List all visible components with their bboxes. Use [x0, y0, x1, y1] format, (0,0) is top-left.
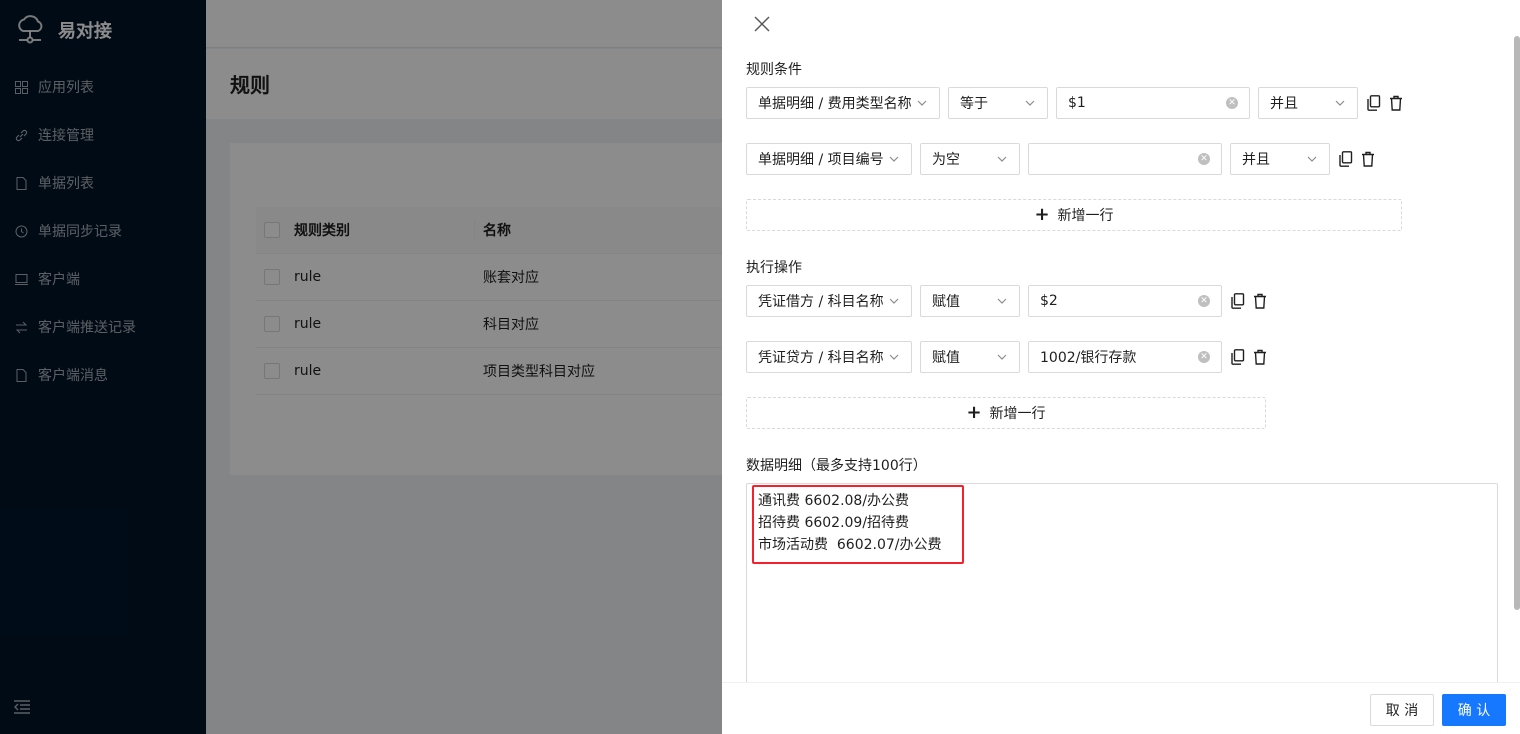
condition-operator-select[interactable]: 等于 — [948, 87, 1048, 119]
condition-field-select[interactable]: 单据明细 / 项目编号 — [746, 143, 912, 175]
clear-icon[interactable]: ✕ — [1198, 153, 1210, 165]
action-field-select[interactable]: 凭证贷方 / 科目名称 — [746, 341, 912, 373]
copy-icon[interactable] — [1367, 95, 1381, 111]
cancel-button[interactable]: 取 消 — [1370, 694, 1434, 726]
chevron-down-icon — [1307, 156, 1317, 162]
actions-title: 执行操作 — [746, 260, 802, 276]
scrollbar-thumb[interactable] — [1514, 36, 1520, 610]
drawer-footer: 取 消 确 认 — [722, 682, 1520, 734]
add-condition-row-button[interactable]: + 新增一行 — [746, 199, 1402, 231]
action-value-input[interactable]: $2 ✕ — [1028, 285, 1222, 317]
delete-icon[interactable] — [1361, 151, 1375, 167]
condition-value-input[interactable]: $1 ✕ — [1056, 87, 1250, 119]
chevron-down-icon — [997, 354, 1007, 360]
condition-logic-select[interactable]: 并且 — [1258, 87, 1358, 119]
action-operator-select[interactable]: 赋值 — [920, 341, 1020, 373]
chevron-down-icon — [1025, 100, 1035, 106]
condition-value-input[interactable]: ✕ — [1028, 143, 1222, 175]
plus-icon: + — [1034, 204, 1050, 225]
condition-field-select[interactable]: 单据明细 / 费用类型名称 — [746, 87, 940, 119]
chevron-down-icon — [997, 156, 1007, 162]
details-textarea[interactable]: 通讯费 6602.08/办公费 招待费 6602.09/招待费 市场活动费 66… — [746, 483, 1498, 693]
clear-icon[interactable]: ✕ — [1198, 295, 1210, 307]
delete-icon[interactable] — [1253, 293, 1267, 309]
confirm-button[interactable]: 确 认 — [1442, 694, 1506, 726]
action-operator-select[interactable]: 赋值 — [920, 285, 1020, 317]
clear-icon[interactable]: ✕ — [1198, 351, 1210, 363]
conditions-title: 规则条件 — [746, 62, 802, 78]
chevron-down-icon — [917, 100, 927, 106]
highlight-box — [752, 485, 964, 564]
chevron-down-icon — [889, 354, 899, 360]
add-action-row-button[interactable]: + 新增一行 — [746, 397, 1266, 429]
copy-icon[interactable] — [1339, 151, 1353, 167]
chevron-down-icon — [997, 298, 1007, 304]
action-value-input[interactable]: 1002/银行存款 ✕ — [1028, 341, 1222, 373]
scrollbar[interactable] — [1512, 36, 1520, 610]
chevron-down-icon — [1335, 100, 1345, 106]
close-icon[interactable] — [752, 14, 772, 34]
rule-edit-drawer: 规则条件 单据明细 / 费用类型名称 等于 $1 ✕ 并且 单据明细 / 项目编… — [722, 0, 1520, 734]
action-field-select[interactable]: 凭证借方 / 科目名称 — [746, 285, 912, 317]
delete-icon[interactable] — [1389, 95, 1403, 111]
condition-logic-select[interactable]: 并且 — [1230, 143, 1330, 175]
condition-operator-select[interactable]: 为空 — [920, 143, 1020, 175]
details-title: 数据明细（最多支持100行） — [746, 458, 927, 474]
copy-icon[interactable] — [1231, 293, 1245, 309]
delete-icon[interactable] — [1253, 349, 1267, 365]
clear-icon[interactable]: ✕ — [1226, 97, 1238, 109]
plus-icon: + — [966, 402, 982, 423]
chevron-down-icon — [889, 298, 899, 304]
copy-icon[interactable] — [1231, 349, 1245, 365]
chevron-down-icon — [889, 156, 899, 162]
